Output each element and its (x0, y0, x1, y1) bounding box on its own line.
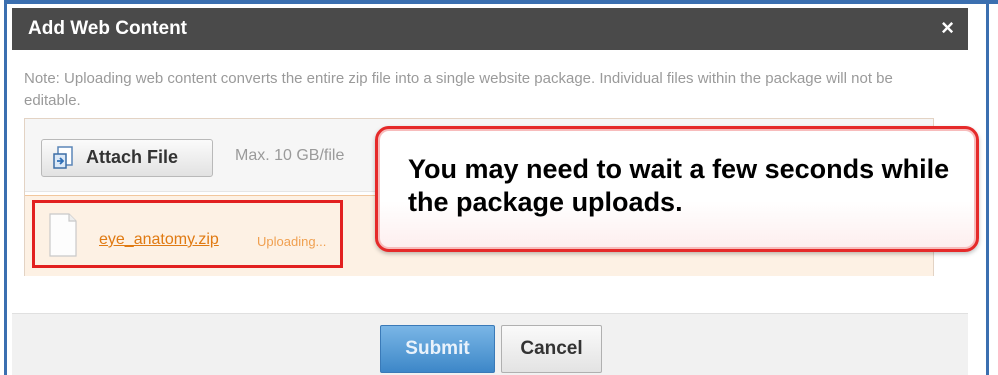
attach-file-button[interactable]: Attach File (41, 139, 213, 177)
file-name-link[interactable]: eye_anatomy.zip (99, 231, 219, 249)
dialog-title: Add Web Content (28, 18, 188, 39)
file-icon (49, 213, 77, 257)
outer-left-border (4, 0, 7, 375)
attach-file-icon (53, 146, 73, 169)
outer-right-border (986, 0, 989, 375)
outer-top-border (4, 0, 998, 4)
screenshot-frame: Add Web Content × Note: Uploading web co… (0, 0, 998, 375)
callout-text: You may need to wait a few seconds while… (408, 154, 950, 217)
attach-file-label: Attach File (86, 147, 179, 167)
upload-note: Note: Uploading web content converts the… (24, 70, 893, 109)
cancel-button[interactable]: Cancel (501, 325, 602, 373)
submit-button[interactable]: Submit (380, 325, 495, 373)
max-size-text: Max. 10 GB/file (235, 147, 345, 164)
close-icon[interactable]: × (941, 15, 954, 41)
instruction-callout: You may need to wait a few seconds while… (375, 126, 979, 252)
dialog-footer: Submit Cancel (12, 314, 968, 375)
upload-status: Uploading... (257, 234, 327, 249)
file-highlight-box: eye_anatomy.zip Uploading... (32, 200, 343, 268)
dialog-titlebar: Add Web Content × (12, 8, 968, 50)
